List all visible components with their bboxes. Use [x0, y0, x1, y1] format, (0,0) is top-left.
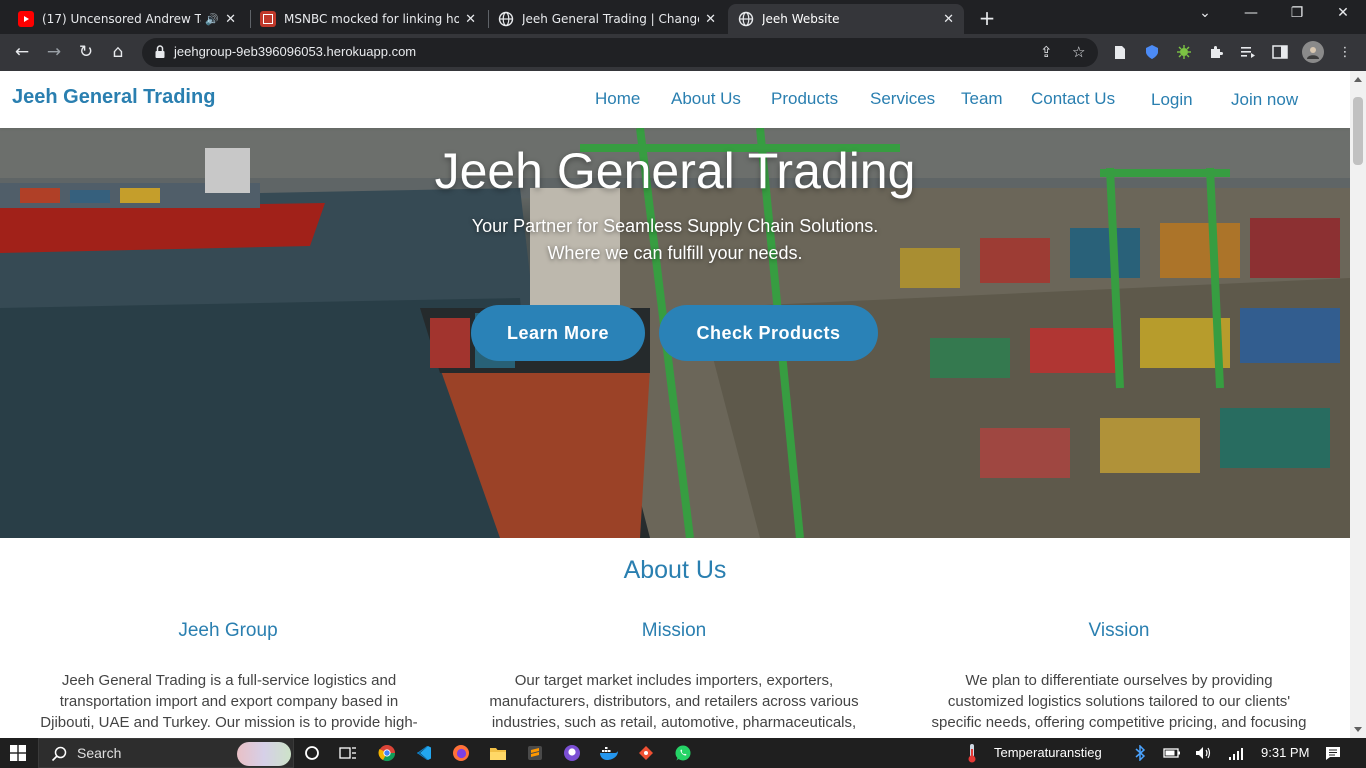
nav-home[interactable]: Home: [595, 89, 640, 109]
clock-time[interactable]: 9:31 PM: [1261, 745, 1309, 760]
login-button[interactable]: Login: [1151, 90, 1193, 110]
browser-tab-3[interactable]: Jeeh General Trading | Change pr ✕: [488, 4, 726, 34]
close-tab-icon[interactable]: ✕: [465, 12, 476, 27]
cortana-icon[interactable]: [302, 743, 322, 763]
profile-avatar-icon[interactable]: [1302, 41, 1324, 63]
forward-icon[interactable]: →: [42, 40, 66, 64]
reload-icon[interactable]: ↻: [74, 40, 98, 64]
kebab-menu-icon[interactable]: ⋮: [1336, 43, 1354, 61]
youtube-icon: [18, 11, 34, 27]
whatsapp-icon[interactable]: [673, 743, 693, 763]
browser-toolbar: ← → ↻ ⌂ jeehgroup-9eb396096053.herokuapp…: [0, 34, 1366, 71]
hero-subtitle-line1: Your Partner for Seamless Supply Chain S…: [471, 216, 879, 236]
close-tab-icon[interactable]: ✕: [705, 12, 716, 27]
nav-team[interactable]: Team: [961, 89, 1003, 109]
speaker-icon[interactable]: 🔊: [205, 13, 219, 26]
thermometer-icon: [962, 743, 982, 763]
windows-taskbar: Search Temperaturanstieg 9:31 PM: [0, 738, 1366, 768]
mission-text: Our target market includes importers, ex…: [489, 672, 859, 731]
firefox-icon[interactable]: [451, 743, 471, 763]
github-desktop-icon[interactable]: [562, 743, 582, 763]
git-kraken-icon[interactable]: [636, 743, 656, 763]
tab-search-icon[interactable]: ⌄: [1190, 5, 1220, 21]
bug-extension-icon[interactable]: [1175, 43, 1193, 61]
file-explorer-icon[interactable]: [488, 743, 508, 763]
globe-icon: [738, 11, 754, 27]
check-products-button[interactable]: Check Products: [659, 305, 878, 361]
tab-title: Jeeh General Trading | Change pr: [522, 12, 699, 26]
learn-more-button[interactable]: Learn More: [471, 305, 645, 361]
sublime-text-icon[interactable]: [525, 743, 545, 763]
tab-title: MSNBC mocked for linking home: [284, 12, 460, 26]
jeeh-group-heading: Jeeh Group: [178, 620, 278, 641]
back-icon[interactable]: ←: [10, 40, 34, 64]
weather-status[interactable]: Temperaturanstieg: [994, 745, 1102, 760]
close-window-button[interactable]: ✕: [1328, 5, 1358, 21]
lock-icon: [155, 45, 165, 58]
vscode-icon[interactable]: [414, 743, 434, 763]
vission-text: We plan to differentiate ourselves by pr…: [931, 672, 1307, 731]
nav-services[interactable]: Services: [870, 89, 935, 109]
tab-strip: (17) Uncensored Andrew Tate 🔊 ✕ MSNBC mo…: [0, 0, 1366, 34]
browser-tab-4-active[interactable]: Jeeh Website ✕: [728, 4, 964, 34]
battery-icon[interactable]: [1162, 743, 1182, 763]
close-tab-icon[interactable]: ✕: [943, 12, 954, 27]
page-scrollbar[interactable]: [1350, 71, 1366, 738]
jeeh-group-text: Jeeh General Trading is a full-service l…: [40, 672, 418, 731]
join-now-button[interactable]: Join now: [1231, 90, 1298, 110]
search-icon: [51, 746, 67, 762]
url-text: jeehgroup-9eb396096053.herokuapp.com: [174, 44, 417, 59]
document-icon[interactable]: [1111, 43, 1129, 61]
tab-title: (17) Uncensored Andrew Tate: [42, 12, 201, 26]
task-view-icon[interactable]: [338, 743, 358, 763]
browser-tab-2[interactable]: MSNBC mocked for linking home ✕: [250, 4, 486, 34]
home-icon[interactable]: ⌂: [106, 40, 130, 64]
share-icon[interactable]: ⇪: [1040, 43, 1053, 61]
site-brand[interactable]: Jeeh General Trading: [12, 86, 215, 109]
bluetooth-icon[interactable]: [1130, 743, 1150, 763]
side-panel-icon[interactable]: [1271, 43, 1289, 61]
media-queue-icon[interactable]: [1239, 43, 1257, 61]
nav-about-us[interactable]: About Us: [671, 89, 741, 109]
taskbar-search-label: Search: [77, 745, 122, 761]
windows-start-icon[interactable]: [8, 743, 28, 763]
address-bar[interactable]: jeehgroup-9eb396096053.herokuapp.com ⇪ ☆: [142, 38, 1098, 67]
new-tab-button[interactable]: +: [976, 6, 998, 30]
hero-subtitle-line2: Where we can fulfill your needs.: [547, 243, 803, 263]
network-icon[interactable]: [1226, 743, 1246, 763]
tab-title: Jeeh Website: [762, 12, 840, 26]
web-page: Jeeh General Trading Home About Us Produ…: [0, 71, 1350, 738]
scroll-up-arrow-icon[interactable]: [1354, 77, 1362, 82]
close-tab-icon[interactable]: ✕: [225, 12, 236, 27]
browser-tab-1[interactable]: (17) Uncensored Andrew Tate 🔊 ✕: [8, 4, 246, 34]
shield-extension-icon[interactable]: [1143, 43, 1161, 61]
globe-icon: [498, 11, 514, 27]
search-highlight-image: [237, 742, 291, 766]
chrome-icon[interactable]: [377, 743, 397, 763]
restore-button[interactable]: ❐: [1282, 5, 1312, 21]
extensions-puzzle-icon[interactable]: [1207, 43, 1225, 61]
notifications-icon[interactable]: [1323, 743, 1343, 763]
volume-icon[interactable]: [1194, 743, 1214, 763]
taskbar-search-box[interactable]: Search: [38, 738, 294, 768]
site-navbar: Jeeh General Trading Home About Us Produ…: [0, 71, 1350, 128]
news-icon: [260, 11, 276, 27]
minimize-button[interactable]: —: [1236, 5, 1266, 21]
docker-icon[interactable]: [599, 743, 619, 763]
mission-heading: Mission: [641, 620, 707, 641]
vission-heading: Vission: [1088, 620, 1150, 641]
hero-title: Jeeh General Trading: [434, 143, 916, 199]
scrollbar-thumb[interactable]: [1353, 97, 1363, 165]
scroll-down-arrow-icon[interactable]: [1354, 727, 1362, 732]
about-us-heading: About Us: [623, 556, 727, 584]
bookmark-star-icon[interactable]: ☆: [1072, 43, 1085, 61]
hero-banner: Jeeh General Trading Your Partner for Se…: [0, 128, 1350, 538]
nav-products[interactable]: Products: [771, 89, 838, 109]
nav-contact-us[interactable]: Contact Us: [1031, 89, 1115, 109]
